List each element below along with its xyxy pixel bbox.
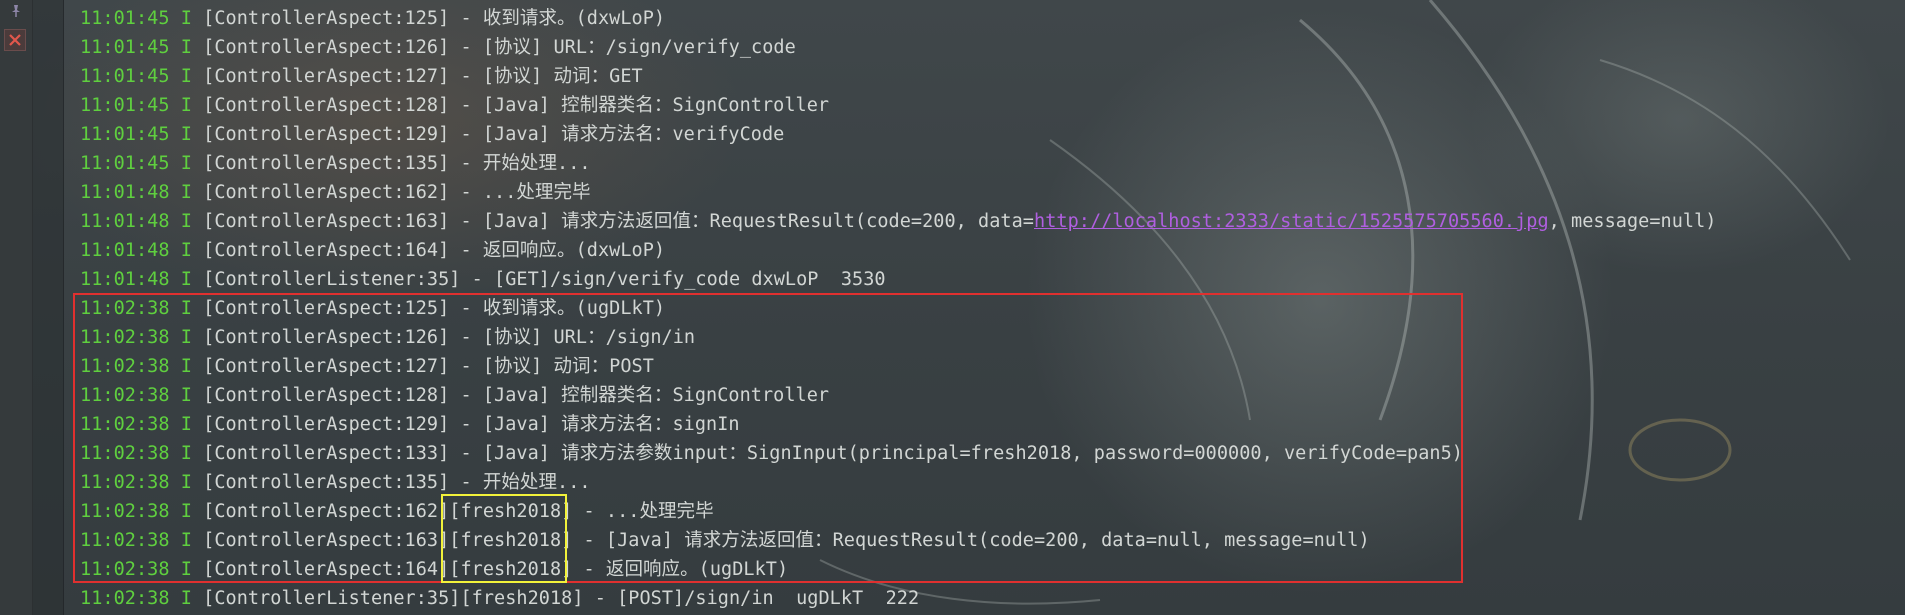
- log-message: [ControllerAspect:162][fresh2018] - ...处…: [203, 501, 714, 522]
- console-left-toolbar: [0, 0, 33, 615]
- log-line: 11:02:38 I [ControllerAspect:129] - [Jav…: [80, 410, 1905, 439]
- log-level: I: [180, 66, 192, 87]
- log-message: [ControllerAspect:126] - [协议] URL：/sign/…: [203, 327, 696, 348]
- log-message: [ControllerAspect:135] - 开始处理...: [203, 472, 591, 493]
- log-level: I: [180, 124, 192, 145]
- log-line: 11:02:38 I [ControllerAspect:128] - [Jav…: [80, 381, 1905, 410]
- log-line: 11:01:45 I [ControllerAspect:126] - [协议]…: [80, 33, 1905, 62]
- log-message: [ControllerAspect:133] - [Java] 请求方法参数in…: [203, 443, 1463, 464]
- log-message: [ControllerAspect:128] - [Java] 控制器类名：Si…: [203, 385, 830, 406]
- log-level: I: [180, 414, 192, 435]
- log-message: [ControllerListener:35] - [GET]/sign/ver…: [203, 269, 886, 290]
- log-time: 11:01:48: [80, 240, 170, 261]
- log-line: 11:02:38 I [ControllerAspect:125] - 收到请求…: [80, 294, 1905, 323]
- log-line: 11:01:45 I [ControllerAspect:129] - [Jav…: [80, 120, 1905, 149]
- log-line: 11:01:48 I [ControllerAspect:163] - [Jav…: [80, 207, 1905, 236]
- log-message: [ControllerAspect:128] - [Java] 控制器类名：Si…: [203, 95, 830, 116]
- log-time: 11:02:38: [80, 298, 170, 319]
- log-line: 11:02:38 I [ControllerAspect:162][fresh2…: [80, 497, 1905, 526]
- log-time: 11:01:48: [80, 211, 170, 232]
- log-line: 11:01:48 I [ControllerListener:35] - [GE…: [80, 265, 1905, 294]
- log-line: 11:01:45 I [ControllerAspect:128] - [Jav…: [80, 91, 1905, 120]
- log-line: 11:02:38 I [ControllerAspect:126] - [协议]…: [80, 323, 1905, 352]
- log-message: [ControllerAspect:126] - [协议] URL：/sign/…: [203, 37, 796, 58]
- log-level: I: [180, 385, 192, 406]
- log-message: [ControllerAspect:164] - 返回响应。(dxwLoP): [203, 240, 666, 261]
- log-time: 11:01:45: [80, 124, 170, 145]
- log-time: 11:02:38: [80, 559, 170, 580]
- log-line: 11:01:45 I [ControllerAspect:125] - 收到请求…: [80, 4, 1905, 33]
- log-time: 11:02:38: [80, 385, 170, 406]
- log-message: [ControllerAspect:125] - 收到请求。(ugDLkT): [203, 298, 666, 319]
- log-message-tail: , message=null): [1548, 211, 1717, 232]
- log-message: [ControllerAspect:129] - [Java] 请求方法名：ve…: [203, 124, 785, 145]
- log-time: 11:02:38: [80, 472, 170, 493]
- log-line: 11:01:48 I [ControllerAspect:164] - 返回响应…: [80, 236, 1905, 265]
- log-time: 11:01:45: [80, 66, 170, 87]
- log-message: [ControllerAspect:129] - [Java] 请求方法名：si…: [203, 414, 740, 435]
- log-level: I: [180, 211, 192, 232]
- log-level: I: [180, 95, 192, 116]
- log-time: 11:02:38: [80, 443, 170, 464]
- log-message: [ControllerAspect:125] - 收到请求。(dxwLoP): [203, 8, 666, 29]
- log-level: I: [180, 269, 192, 290]
- log-time: 11:02:38: [80, 588, 170, 609]
- close-icon[interactable]: [4, 29, 26, 51]
- log-message: [ControllerAspect:164][fresh2018] - 返回响应…: [203, 559, 789, 580]
- log-message: [ControllerAspect:163] - [Java] 请求方法返回值：…: [203, 211, 1034, 232]
- log-level: I: [180, 501, 192, 522]
- close-x-glyph: [9, 34, 21, 46]
- log-line: 11:02:38 I [ControllerAspect:127] - [协议]…: [80, 352, 1905, 381]
- log-level: I: [180, 153, 192, 174]
- log-message: [ControllerAspect:135] - 开始处理...: [203, 153, 591, 174]
- log-image-link[interactable]: http://localhost:2333/static/15255757055…: [1034, 211, 1549, 232]
- log-level: I: [180, 356, 192, 377]
- log-time: 11:02:38: [80, 327, 170, 348]
- log-line: 11:02:38 I [ControllerAspect:135] - 开始处理…: [80, 468, 1905, 497]
- log-line: 11:01:45 I [ControllerAspect:135] - 开始处理…: [80, 149, 1905, 178]
- log-level: I: [180, 530, 192, 551]
- log-level: I: [180, 559, 192, 580]
- console-gutter: [33, 0, 64, 615]
- pin-icon[interactable]: [9, 4, 23, 18]
- log-level: I: [180, 327, 192, 348]
- log-time: 11:02:38: [80, 414, 170, 435]
- log-level: I: [180, 8, 192, 29]
- log-message: [ControllerListener:35][fresh2018] - [PO…: [203, 588, 920, 609]
- log-level: I: [180, 588, 192, 609]
- log-time: 11:02:38: [80, 501, 170, 522]
- log-time: 11:01:48: [80, 182, 170, 203]
- log-time: 11:01:45: [80, 153, 170, 174]
- log-level: I: [180, 37, 192, 58]
- log-line: 11:01:45 I [ControllerAspect:127] - [协议]…: [80, 62, 1905, 91]
- log-output: 11:01:45 I [ControllerAspect:125] - 收到请求…: [80, 4, 1905, 613]
- log-time: 11:01:45: [80, 37, 170, 58]
- log-time: 11:01:45: [80, 8, 170, 29]
- log-line: 11:02:38 I [ControllerAspect:163][fresh2…: [80, 526, 1905, 555]
- log-level: I: [180, 472, 192, 493]
- log-level: I: [180, 240, 192, 261]
- log-time: 11:02:38: [80, 530, 170, 551]
- log-time: 11:01:48: [80, 269, 170, 290]
- log-message: [ControllerAspect:127] - [协议] 动词：POST: [203, 356, 654, 377]
- log-line: 11:02:38 I [ControllerAspect:164][fresh2…: [80, 555, 1905, 584]
- log-level: I: [180, 298, 192, 319]
- log-line: 11:01:48 I [ControllerAspect:162] - ...处…: [80, 178, 1905, 207]
- log-message: [ControllerAspect:162] - ...处理完毕: [203, 182, 591, 203]
- log-line: 11:02:38 I [ControllerAspect:133] - [Jav…: [80, 439, 1905, 468]
- log-line: 11:02:38 I [ControllerListener:35][fresh…: [80, 584, 1905, 613]
- log-level: I: [180, 443, 192, 464]
- log-message: [ControllerAspect:163][fresh2018] - [Jav…: [203, 530, 1370, 551]
- log-level: I: [180, 182, 192, 203]
- log-time: 11:01:45: [80, 95, 170, 116]
- log-message: [ControllerAspect:127] - [协议] 动词：GET: [203, 66, 643, 87]
- log-time: 11:02:38: [80, 356, 170, 377]
